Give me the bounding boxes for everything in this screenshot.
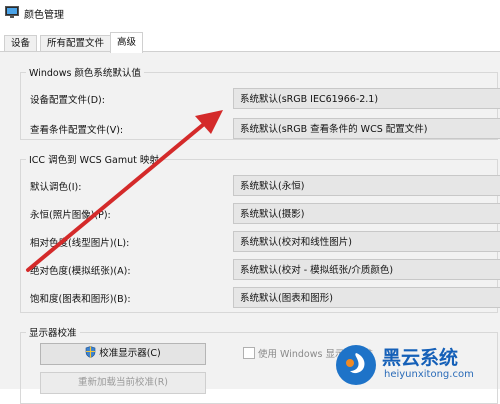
windows-defaults-title: Windows 颜色系统默认值 [26, 65, 144, 79]
calibrate-display-label: 校准显示器(C) [99, 348, 161, 359]
calibrate-display-button[interactable]: 校准显示器(C) [40, 343, 206, 365]
watermark-url: heiyunxitong.com [384, 369, 474, 380]
tab-all-profiles[interactable]: 所有配置文件 [40, 35, 112, 52]
default-intent-label: 默认调色(I): [30, 182, 82, 193]
perceptual-dropdown[interactable]: 系统默认(摄影) [233, 203, 500, 224]
advanced-panel: Windows 颜色系统默认值 设备配置文件(D): 系统默认(sRGB IEC… [0, 51, 500, 404]
default-intent-dropdown[interactable]: 系统默认(永恒) [233, 175, 500, 196]
tab-strip: 设备 所有配置文件 高级 [0, 30, 500, 53]
watermark-logo-icon [336, 345, 376, 385]
title-bar: 颜色管理 [0, 0, 500, 28]
absolute-colorimetric-dropdown[interactable]: 系统默认(校对 - 模拟纸张/介质颜色) [233, 259, 500, 280]
tab-advanced[interactable]: 高级 [110, 32, 144, 53]
viewing-profile-label: 查看条件配置文件(V): [30, 125, 124, 136]
saturation-label: 饱和度(图表和图形)(B): [30, 294, 131, 305]
watermark: 黑云系统 heiyunxitong.com [336, 343, 496, 387]
perceptual-label: 永恒(照片图像)(P): [30, 210, 111, 221]
color-management-icon [5, 6, 19, 18]
reload-calibration-button[interactable]: 重新加载当前校准(R) [40, 372, 206, 394]
icc-mapping-title: ICC 调色到 WCS Gamut 映射 [26, 152, 162, 166]
relative-colorimetric-label: 相对色度(线型图片)(L): [30, 238, 130, 249]
relative-colorimetric-dropdown[interactable]: 系统默认(校对和线性图片) [233, 231, 500, 252]
window-title: 颜色管理 [24, 10, 64, 21]
watermark-brand: 黑云系统 [382, 347, 459, 369]
shield-icon [85, 346, 96, 358]
viewing-profile-dropdown[interactable]: 系统默认(sRGB 查看条件的 WCS 配置文件) [233, 118, 500, 139]
device-profile-dropdown[interactable]: 系统默认(sRGB IEC61966-2.1) [233, 88, 500, 109]
calibration-title: 显示器校准 [26, 325, 80, 339]
saturation-dropdown[interactable]: 系统默认(图表和图形) [233, 287, 500, 308]
tab-devices[interactable]: 设备 [4, 35, 38, 52]
device-profile-label: 设备配置文件(D): [30, 95, 105, 106]
use-windows-calibration-checkbox[interactable] [243, 347, 255, 359]
absolute-colorimetric-label: 绝对色度(模拟纸张)(A): [30, 266, 131, 277]
